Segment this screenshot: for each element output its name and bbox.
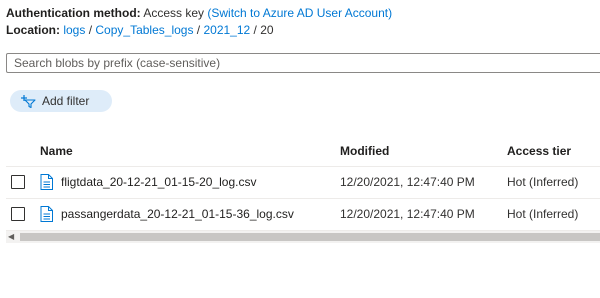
add-filter-icon bbox=[21, 95, 36, 108]
table-row[interactable]: passangerdata_20-12-21_01-15-36_log.csv … bbox=[6, 199, 600, 231]
breadcrumb-logs[interactable]: logs bbox=[63, 23, 85, 37]
auth-method-value: Access key bbox=[143, 6, 205, 20]
column-header-access-tier[interactable]: Access tier bbox=[507, 144, 571, 158]
row-checkbox[interactable] bbox=[11, 207, 25, 221]
add-filter-button[interactable]: Add filter bbox=[10, 90, 112, 112]
blob-access-tier: Hot (Inferred) bbox=[507, 207, 579, 221]
column-header-modified[interactable]: Modified bbox=[340, 144, 389, 158]
table-row[interactable]: fligtdata_20-12-21_01-15-20_log.csv 12/2… bbox=[6, 167, 600, 199]
horizontal-scrollbar[interactable]: ◀ bbox=[6, 231, 600, 243]
breadcrumb-separator: / bbox=[88, 23, 93, 37]
switch-auth-link[interactable]: (Switch to Azure AD User Account) bbox=[207, 6, 392, 20]
search-blobs-input[interactable] bbox=[6, 53, 600, 73]
blob-name[interactable]: passangerdata_20-12-21_01-15-36_log.csv bbox=[61, 207, 294, 221]
breadcrumb-2021-12[interactable]: 2021_12 bbox=[203, 23, 250, 37]
file-icon bbox=[40, 206, 53, 222]
blob-table: Name Modified Access tier fligtdata_20-1… bbox=[6, 138, 600, 231]
auth-method-label: Authentication method: bbox=[6, 6, 141, 20]
blob-access-tier: Hot (Inferred) bbox=[507, 175, 579, 189]
location-row: Location: logs / Copy_Tables_logs / 2021… bbox=[6, 23, 274, 37]
scrollbar-thumb[interactable] bbox=[20, 233, 600, 241]
location-label: Location: bbox=[6, 23, 60, 37]
blob-modified: 12/20/2021, 12:47:40 PM bbox=[340, 207, 475, 221]
column-header-name[interactable]: Name bbox=[40, 144, 73, 158]
auth-method-row: Authentication method: Access key (Switc… bbox=[6, 6, 392, 20]
scroll-left-icon[interactable]: ◀ bbox=[8, 231, 14, 243]
add-filter-label: Add filter bbox=[42, 94, 90, 108]
breadcrumb-separator: / bbox=[196, 23, 201, 37]
breadcrumb-current: 20 bbox=[260, 23, 274, 37]
blob-modified: 12/20/2021, 12:47:40 PM bbox=[340, 175, 475, 189]
breadcrumb-separator: / bbox=[253, 23, 257, 37]
table-header: Name Modified Access tier bbox=[6, 138, 600, 167]
blob-name[interactable]: fligtdata_20-12-21_01-15-20_log.csv bbox=[61, 175, 256, 189]
breadcrumb-copy-tables-logs[interactable]: Copy_Tables_logs bbox=[95, 23, 193, 37]
file-icon bbox=[40, 174, 53, 190]
row-checkbox[interactable] bbox=[11, 175, 25, 189]
